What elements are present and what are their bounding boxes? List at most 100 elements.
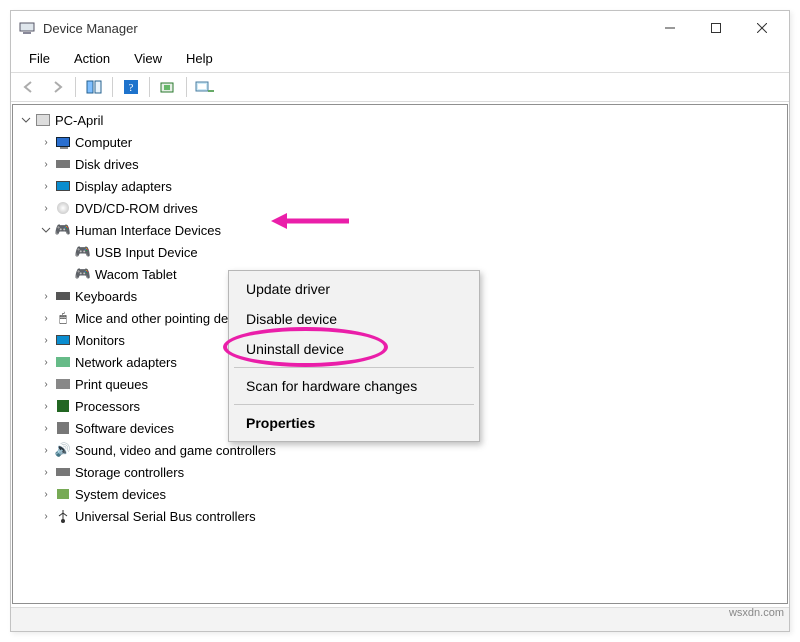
content-area: PC-April › Computer › Disk drives › Display… — [11, 102, 789, 607]
caret-collapsed-icon[interactable]: › — [39, 377, 53, 391]
tree-item-usb-input[interactable]: ›🎮USB Input Device — [57, 241, 787, 263]
hid-icon: 🎮 — [75, 266, 91, 282]
help-button[interactable]: ? — [119, 76, 143, 98]
toolbar-separator — [186, 77, 187, 97]
toolbar-separator — [112, 77, 113, 97]
caret-collapsed-icon[interactable]: › — [39, 157, 53, 171]
tree-label: System devices — [75, 487, 166, 502]
menu-help[interactable]: Help — [174, 47, 225, 70]
tree-label: Monitors — [75, 333, 125, 348]
tree-label: Computer — [75, 135, 132, 150]
tree-label: Software devices — [75, 421, 174, 436]
window-title: Device Manager — [43, 21, 647, 36]
tree-item-hid[interactable]: 🎮 Human Interface Devices — [37, 219, 787, 241]
tree-label: Wacom Tablet — [95, 267, 177, 282]
tree-label: Keyboards — [75, 289, 137, 304]
software-icon — [55, 420, 71, 436]
device-tree[interactable]: PC-April › Computer › Disk drives › Display… — [12, 104, 788, 604]
menu-view[interactable]: View — [122, 47, 174, 70]
caret-expanded-icon[interactable] — [39, 223, 53, 237]
back-button[interactable] — [17, 76, 41, 98]
device-manager-window: Device Manager File Action View Help ? — [10, 10, 790, 632]
caret-collapsed-icon[interactable]: › — [39, 465, 53, 479]
optical-icon — [55, 200, 71, 216]
printer-icon — [55, 376, 71, 392]
tree-item-dvd[interactable]: › DVD/CD-ROM drives — [37, 197, 787, 219]
toolbar-separator — [75, 77, 76, 97]
tree-label: Network adapters — [75, 355, 177, 370]
caret-collapsed-icon[interactable]: › — [39, 421, 53, 435]
tree-label: Storage controllers — [75, 465, 184, 480]
tree-label: Universal Serial Bus controllers — [75, 509, 256, 524]
tree-item-display-adapters[interactable]: › Display adapters — [37, 175, 787, 197]
caret-collapsed-icon[interactable]: › — [39, 135, 53, 149]
tree-root[interactable]: PC-April — [17, 109, 787, 131]
tree-label: USB Input Device — [95, 245, 198, 260]
toolbar: ? — [11, 72, 789, 102]
caret-collapsed-icon[interactable]: › — [39, 289, 53, 303]
display-icon — [55, 178, 71, 194]
maximize-button[interactable] — [693, 13, 739, 43]
caret-collapsed-icon[interactable]: › — [39, 201, 53, 215]
hid-icon: 🎮 — [75, 244, 91, 260]
minimize-button[interactable] — [647, 13, 693, 43]
caret-collapsed-icon[interactable]: › — [39, 179, 53, 193]
tree-item-storage-controllers[interactable]: › Storage controllers — [37, 461, 787, 483]
ctx-separator — [234, 404, 474, 405]
ctx-uninstall-device[interactable]: Uninstall device — [232, 334, 476, 364]
tree-label: DVD/CD-ROM drives — [75, 201, 198, 216]
context-menu: Update driver Disable device Uninstall d… — [228, 270, 480, 442]
keyboard-icon — [55, 288, 71, 304]
titlebar: Device Manager — [11, 11, 789, 45]
scan-hardware-button[interactable] — [156, 76, 180, 98]
caret-expanded-icon[interactable] — [19, 113, 33, 127]
usb-icon — [55, 508, 71, 524]
caret-collapsed-icon[interactable]: › — [39, 311, 53, 325]
ctx-update-driver[interactable]: Update driver — [232, 274, 476, 304]
cpu-icon — [55, 398, 71, 414]
watermark: wsxdn.com — [729, 607, 784, 619]
menu-bar: File Action View Help — [11, 45, 789, 72]
tree-root-label: PC-April — [55, 113, 103, 128]
caret-collapsed-icon[interactable]: › — [39, 355, 53, 369]
close-button[interactable] — [739, 13, 785, 43]
hid-icon: 🎮 — [55, 222, 71, 238]
computer-icon — [35, 112, 51, 128]
tree-label: Human Interface Devices — [75, 223, 221, 238]
caret-collapsed-icon[interactable]: › — [39, 443, 53, 457]
tree-label: Sound, video and game controllers — [75, 443, 276, 458]
app-icon — [19, 20, 35, 36]
tree-item-disk-drives[interactable]: › Disk drives — [37, 153, 787, 175]
ctx-separator — [234, 367, 474, 368]
ctx-scan-hardware[interactable]: Scan for hardware changes — [232, 371, 476, 401]
menu-action[interactable]: Action — [62, 47, 122, 70]
caret-collapsed-icon[interactable]: › — [39, 333, 53, 347]
toolbar-separator — [149, 77, 150, 97]
ctx-properties[interactable]: Properties — [232, 408, 476, 438]
tree-label: Processors — [75, 399, 140, 414]
disk-icon — [55, 156, 71, 172]
storage-icon — [55, 464, 71, 480]
svg-text:?: ? — [129, 82, 134, 94]
tree-item-sound[interactable]: ›🔊 Sound, video and game controllers — [37, 439, 787, 461]
ctx-disable-device[interactable]: Disable device — [232, 304, 476, 334]
tree-item-usb-controllers[interactable]: › Universal Serial Bus controllers — [37, 505, 787, 527]
tree-item-system-devices[interactable]: › System devices — [37, 483, 787, 505]
tree-label: Print queues — [75, 377, 148, 392]
monitor-icon — [55, 134, 71, 150]
audio-icon: 🔊 — [55, 442, 71, 458]
properties-button[interactable] — [193, 76, 217, 98]
status-bar — [11, 607, 789, 631]
mouse-icon: 🖱 — [55, 310, 71, 326]
tree-label: Display adapters — [75, 179, 172, 194]
monitor-icon — [55, 332, 71, 348]
show-hide-console-button[interactable] — [82, 76, 106, 98]
caret-collapsed-icon[interactable]: › — [39, 487, 53, 501]
caret-collapsed-icon[interactable]: › — [39, 509, 53, 523]
menu-file[interactable]: File — [17, 47, 62, 70]
tree-item-computer[interactable]: › Computer — [37, 131, 787, 153]
network-icon — [55, 354, 71, 370]
caret-collapsed-icon[interactable]: › — [39, 399, 53, 413]
forward-button[interactable] — [45, 76, 69, 98]
tree-label: Disk drives — [75, 157, 139, 172]
